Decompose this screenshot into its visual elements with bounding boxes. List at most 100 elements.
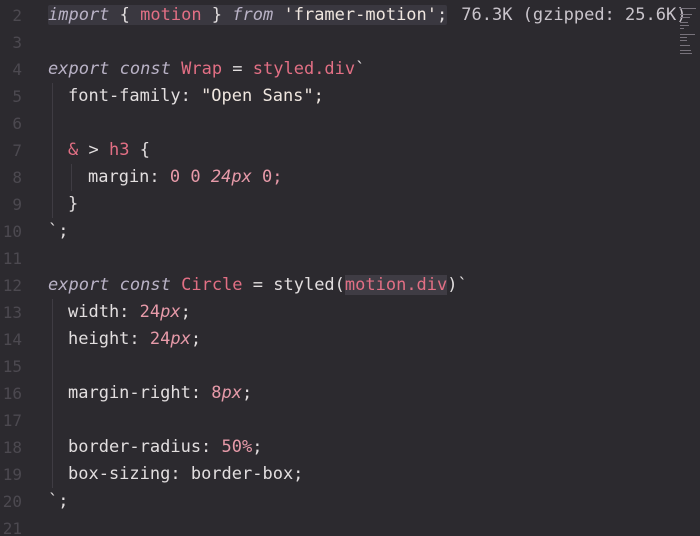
styled-call: styled( (273, 275, 345, 295)
css-value: "Open Sans"; (201, 86, 324, 106)
minimap-line (680, 22, 688, 23)
template-tick: )` (447, 275, 468, 295)
code-line-css: margin: 0 0 24px 0; (88, 164, 283, 191)
minimap-line (680, 40, 687, 41)
keyword-import: import (48, 5, 110, 25)
minimap[interactable] (680, 8, 698, 68)
semicolon: ; (180, 302, 191, 322)
css-property: margin-right: (68, 383, 212, 403)
line-number: 14 (2, 330, 22, 349)
keyword-export: export (48, 59, 110, 79)
minimap-line (680, 25, 689, 26)
line-number: 13 (2, 303, 22, 322)
line-number: 7 (12, 141, 22, 160)
code-line-export-circle: export const Circle = styled(motion.div)… (48, 272, 468, 299)
css-unit: px (221, 383, 243, 403)
css-unit: px (170, 329, 191, 349)
line-number-gutter: 2 3 4 5 6 7 8 9 10 11 12 13 14 15 16 17 … (0, 0, 38, 536)
code-line-template-end: `; (48, 218, 68, 245)
code-line-brace: } (68, 191, 78, 218)
code-line-import: import { motion } from 'framer-motion'; 7… (48, 2, 686, 29)
template-tick: ` (355, 59, 366, 79)
line-number: 8 (12, 168, 22, 187)
keyword-const: const (119, 275, 171, 295)
minimap-line (680, 8, 696, 9)
semicolon: ; (437, 5, 448, 25)
component-name: Wrap (181, 59, 223, 79)
semicolon: ; (190, 329, 202, 349)
css-number: 50% (221, 437, 253, 457)
line-number: 4 (12, 60, 22, 79)
css-property: height: (68, 329, 150, 349)
css-property: border-radius: (68, 437, 222, 457)
css-tag-selector: h3 (108, 140, 130, 160)
line-number: 12 (2, 276, 22, 295)
minimap-line (680, 53, 692, 54)
minimap-line (680, 17, 690, 18)
semicolon: ; (252, 437, 263, 457)
code-line-css: box-sizing: border-box; (68, 461, 303, 488)
line-number: 19 (2, 465, 22, 484)
css-parent-selector: & (68, 140, 79, 160)
css-unit: px (160, 302, 181, 322)
code-editor[interactable]: 2 3 4 5 6 7 8 9 10 11 12 13 14 15 16 17 … (0, 0, 700, 536)
css-number: 0 0 (169, 167, 211, 187)
template-end: `; (48, 221, 69, 241)
minimap-line (680, 14, 692, 15)
semicolon: ; (242, 383, 253, 403)
code-line-export-wrap: export const Wrap = styled.div` (48, 56, 365, 83)
brace-close: } (68, 194, 79, 214)
brace-open: { (129, 140, 150, 160)
css-number: 24 (139, 302, 161, 322)
line-number: 11 (2, 249, 22, 268)
code-line-selector: & > h3 { (68, 137, 150, 164)
css-property: box-sizing: (68, 464, 191, 484)
code-area[interactable]: import { motion } from 'framer-motion'; 7… (48, 0, 686, 536)
line-number: 15 (2, 357, 22, 376)
code-line-css: margin-right: 8px; (68, 380, 252, 407)
minimap-line (680, 37, 687, 38)
import-cost-annotation: 76.3K (gzipped: 25.6K) (461, 5, 687, 25)
styled-call: styled.div (252, 59, 356, 79)
line-number: 17 (2, 411, 22, 430)
css-number: 24 (210, 167, 232, 187)
line-number: 6 (12, 114, 22, 133)
code-line-template-end: `; (48, 488, 68, 515)
css-property: font-family: (68, 86, 202, 106)
line-number: 18 (2, 438, 22, 457)
css-property: width: (68, 302, 140, 322)
line-number: 21 (2, 519, 22, 536)
code-line-css: font-family: "Open Sans"; (68, 83, 324, 110)
code-line-css: height: 24px; (68, 326, 201, 353)
css-number: 24 (149, 329, 171, 349)
line-number: 3 (12, 33, 22, 52)
css-unit: px (231, 167, 252, 187)
template-end: `; (48, 491, 69, 511)
line-number: 9 (12, 195, 22, 214)
line-number: 10 (2, 222, 22, 241)
punctuation: { (109, 5, 141, 25)
css-property: margin: (88, 167, 170, 187)
module-string: 'framer-motion' (283, 5, 438, 25)
code-line-css: width: 24px; (68, 299, 191, 326)
minimap-line (680, 45, 690, 46)
component-name: Circle (181, 275, 243, 295)
line-number: 5 (12, 87, 22, 106)
minimap-line (680, 50, 691, 51)
css-number: 0; (251, 167, 283, 187)
minimap-line (680, 28, 684, 29)
imported-identifier: motion (140, 5, 202, 25)
import-statement: import { motion } from 'framer-motion'; (48, 5, 448, 25)
minimap-line (680, 34, 695, 35)
code-line-css: border-radius: 50%; (68, 434, 263, 461)
css-value: border-box; (190, 464, 304, 484)
line-number: 2 (12, 6, 22, 25)
css-number: 8 (211, 383, 222, 403)
operator: = (242, 275, 274, 295)
styled-argument: motion.div (344, 275, 448, 295)
line-number: 16 (2, 384, 22, 403)
keyword-from: from (232, 5, 274, 25)
